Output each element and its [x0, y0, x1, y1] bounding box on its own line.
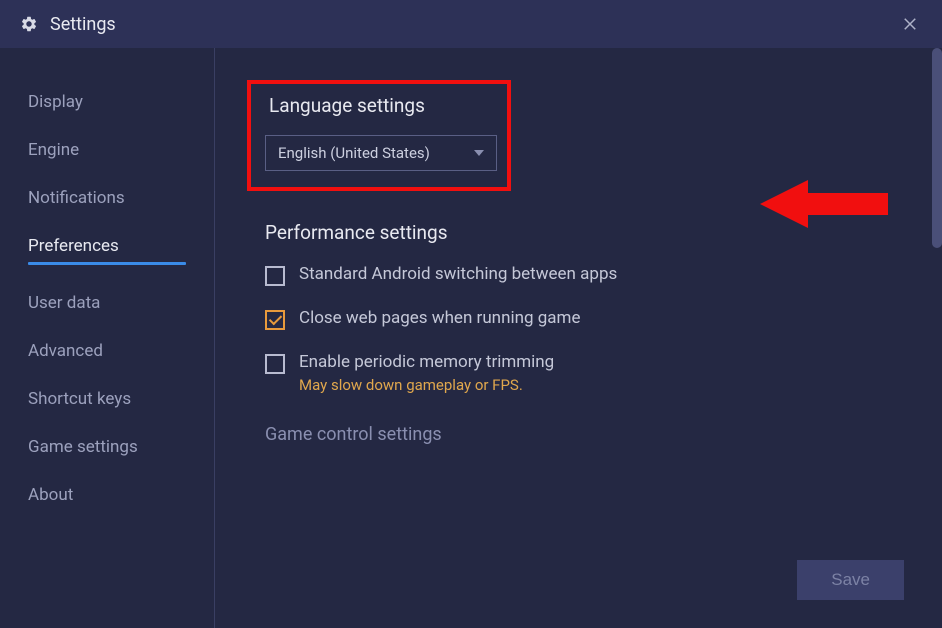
close-icon	[901, 15, 919, 33]
game-control-section-title: Game control settings	[265, 424, 902, 445]
sidebar-item-advanced[interactable]: Advanced	[0, 327, 214, 375]
scrollbar[interactable]	[932, 48, 942, 248]
checkbox-label: Standard Android switching between apps	[299, 264, 617, 284]
checkbox-label: Enable periodic memory trimming	[299, 352, 554, 372]
checkbox-text: Close web pages when running game	[299, 308, 580, 328]
gear-icon	[20, 15, 38, 33]
language-select[interactable]: English (United States)	[265, 135, 497, 171]
sidebar-item-label: Preferences	[28, 236, 119, 256]
titlebar: Settings	[0, 0, 942, 48]
checkbox-close-web-pages[interactable]: Close web pages when running game	[265, 308, 902, 330]
performance-section: Performance settings Standard Android sw…	[265, 221, 902, 394]
checkbox-sublabel: May slow down gameplay or FPS.	[299, 376, 554, 394]
sidebar-item-label: Display	[28, 92, 83, 112]
body: Display Engine Notifications Preferences…	[0, 48, 942, 628]
checkbox-label: Close web pages when running game	[299, 308, 580, 328]
sidebar-item-preferences[interactable]: Preferences	[0, 222, 214, 279]
sidebar-item-label: About	[28, 485, 73, 505]
checkbox-icon	[265, 310, 285, 330]
sidebar-item-label: User data	[28, 293, 100, 313]
titlebar-left: Settings	[20, 14, 116, 35]
chevron-down-icon	[474, 150, 484, 156]
close-button[interactable]	[898, 12, 922, 36]
sidebar-item-label: Engine	[28, 140, 79, 160]
sidebar-item-user-data[interactable]: User data	[0, 279, 214, 327]
checkbox-memory-trimming[interactable]: Enable periodic memory trimming May slow…	[265, 352, 902, 394]
language-select-value: English (United States)	[278, 144, 430, 162]
sidebar-item-label: Shortcut keys	[28, 389, 131, 409]
checkbox-icon	[265, 266, 285, 286]
main-panel: Language settings English (United States…	[215, 48, 942, 628]
performance-section-title: Performance settings	[265, 221, 902, 244]
checkbox-icon	[265, 354, 285, 374]
sidebar-item-display[interactable]: Display	[0, 78, 214, 126]
sidebar-item-label: Advanced	[28, 341, 103, 361]
checkbox-text: Enable periodic memory trimming May slow…	[299, 352, 554, 394]
sidebar-item-shortcut-keys[interactable]: Shortcut keys	[0, 375, 214, 423]
annotation-highlight-box: Language settings English (United States…	[247, 80, 511, 191]
save-button[interactable]: Save	[797, 560, 904, 600]
sidebar-item-about[interactable]: About	[0, 471, 214, 519]
language-section-title: Language settings	[269, 94, 493, 117]
checkbox-standard-android-switching[interactable]: Standard Android switching between apps	[265, 264, 902, 286]
page-title: Settings	[50, 14, 116, 35]
sidebar-item-game-settings[interactable]: Game settings	[0, 423, 214, 471]
sidebar-item-label: Notifications	[28, 188, 125, 208]
sidebar-item-label: Game settings	[28, 437, 138, 457]
checkbox-text: Standard Android switching between apps	[299, 264, 617, 284]
sidebar: Display Engine Notifications Preferences…	[0, 48, 215, 628]
sidebar-item-engine[interactable]: Engine	[0, 126, 214, 174]
active-underline	[28, 262, 186, 265]
sidebar-item-notifications[interactable]: Notifications	[0, 174, 214, 222]
